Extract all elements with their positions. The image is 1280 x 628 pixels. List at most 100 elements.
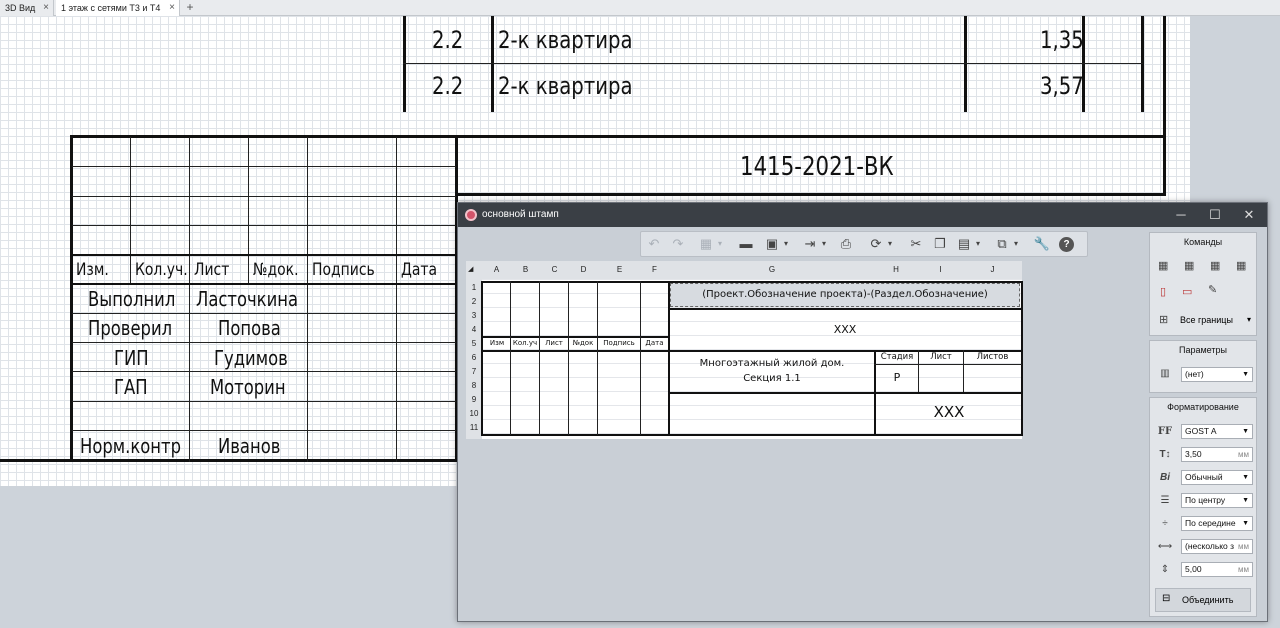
borders-dropdown[interactable]: Все границы (1180, 315, 1233, 325)
header-podpis: Подпись (312, 260, 375, 280)
row-header[interactable]: 5 (466, 339, 482, 349)
tab-3d-view[interactable]: 3D Вид × (0, 0, 54, 16)
refresh-icon[interactable]: ⟳ (867, 236, 885, 252)
unit-label: мм (1238, 565, 1249, 574)
row-header[interactable]: 10 (466, 409, 482, 419)
chevron-down-icon[interactable]: ▾ (1247, 315, 1251, 324)
cell-xxx[interactable]: XXX (876, 403, 1022, 421)
formatting-panel: Форматирование FF GOST A ▼ T↕ 3,50 мм Bi О… (1149, 397, 1257, 617)
wrench-icon[interactable]: 🔧 (1033, 236, 1051, 252)
column-header[interactable]: A (482, 265, 511, 275)
building-name[interactable]: Многоэтажный жилой дом. (670, 358, 874, 369)
column-header[interactable]: H (874, 265, 918, 275)
save-icon[interactable]: ▣ (763, 236, 781, 252)
insert-row-above-icon[interactable]: ▦ (1158, 259, 1168, 272)
row-header[interactable]: 6 (466, 353, 482, 363)
section-name[interactable]: Секция 1.1 (670, 373, 874, 384)
row-header[interactable]: 7 (466, 367, 482, 377)
spacing-input[interactable]: (несколько з мм (1181, 539, 1253, 554)
font-style-select[interactable]: Обычный ▼ (1181, 470, 1253, 485)
sheet-header: Лист (930, 352, 952, 362)
row-header[interactable]: 9 (466, 395, 482, 405)
stage-header: Стадия (880, 352, 914, 362)
schedule-border (964, 16, 967, 112)
role-label: ГАП (114, 375, 148, 399)
box-icon[interactable]: ▦ (697, 236, 715, 252)
copy-icon[interactable]: ❐ (931, 236, 949, 252)
stamp-border (874, 392, 1022, 394)
row-header[interactable]: 1 (466, 283, 482, 293)
delete-column-icon[interactable]: ▭ (1182, 285, 1192, 298)
font-family-icon: FF (1157, 426, 1173, 437)
stamp-line (640, 281, 641, 435)
close-icon[interactable]: ✕ (1232, 203, 1266, 227)
close-icon[interactable]: × (43, 0, 49, 16)
parameter-select[interactable]: (нет) ▼ (1181, 367, 1253, 382)
eraser-icon[interactable]: ✎ (1208, 283, 1217, 296)
grid-line (72, 371, 456, 372)
merge-label: Объединить (1182, 595, 1234, 605)
help-icon[interactable]: ? (1059, 237, 1074, 252)
maximize-icon[interactable]: ☐ (1198, 203, 1232, 227)
folder-icon[interactable]: ▬ (737, 236, 755, 252)
stamp-toolbar: ↶ ↷ ▦ ▾ ▬ ▣ ▾ ⇥ ▾ ⎙ ⟳ ▾ ✂ ❐ ▤ ▾ ⧉ ▾ 🔧 ? (640, 231, 1088, 257)
schedule-border (491, 16, 494, 112)
cell-xxx[interactable]: XXX (670, 323, 1020, 336)
stamp-border (481, 434, 1022, 436)
row-header[interactable]: 4 (466, 325, 482, 335)
font-select[interactable]: GOST A ▼ (1181, 424, 1253, 439)
row-header[interactable]: 2 (466, 297, 482, 307)
column-header[interactable]: C (540, 265, 569, 275)
designation-formula[interactable]: (Проект.Обозначение проекта)-(Раздел.Обо… (670, 289, 1020, 300)
column-header[interactable]: I (918, 265, 963, 275)
row-header[interactable]: 11 (466, 423, 482, 433)
column-header[interactable]: F (641, 265, 668, 275)
indent-value: 5,00 (1185, 564, 1202, 574)
chevron-down-icon[interactable]: ▾ (976, 236, 980, 252)
chevron-down-icon[interactable]: ▾ (784, 236, 788, 252)
grid-line (396, 137, 397, 462)
column-header[interactable]: D (569, 265, 598, 275)
delete-row-icon[interactable]: ▯ (1160, 285, 1166, 298)
column-header[interactable]: B (511, 265, 540, 275)
cut-icon[interactable]: ✂ (907, 236, 925, 252)
stage-value[interactable]: Р (876, 371, 918, 384)
layers-icon[interactable]: ⧉ (993, 236, 1011, 252)
close-icon[interactable]: × (169, 0, 175, 16)
chevron-down-icon[interactable]: ▾ (1014, 236, 1018, 252)
column-header[interactable]: G (670, 265, 874, 275)
chevron-down-icon[interactable]: ▾ (888, 236, 892, 252)
column-header[interactable]: J (963, 265, 1022, 275)
horizontal-align-select[interactable]: По центру ▼ (1181, 493, 1253, 508)
insert-column-right-icon[interactable]: ▦ (1236, 259, 1246, 272)
paste-icon[interactable]: ▤ (955, 236, 973, 252)
vertical-align-select[interactable]: По середине ▼ (1181, 516, 1253, 531)
insert-column-left-icon[interactable]: ▦ (1210, 259, 1220, 272)
row-header[interactable]: 8 (466, 381, 482, 391)
print-icon[interactable]: ⎙ (837, 236, 855, 252)
column-header[interactable]: E (598, 265, 641, 275)
chevron-down-icon[interactable]: ▾ (822, 236, 826, 252)
header-data: Дата (401, 260, 438, 280)
undo-icon[interactable]: ↶ (645, 236, 663, 252)
dialog-title-bar[interactable]: основной штамп ─ ☐ ✕ (458, 203, 1267, 227)
row-header[interactable]: 3 (466, 311, 482, 321)
merge-button[interactable]: ⊟ Объединить (1155, 588, 1251, 612)
sheets-header: Листов (976, 352, 1009, 362)
minimize-icon[interactable]: ─ (1164, 203, 1198, 227)
indent-input[interactable]: 5,00 мм (1181, 562, 1253, 577)
tab-floor-plan[interactable]: 1 этаж с сетями Т3 и Т4 × (56, 0, 180, 16)
sheet-bottom-border (0, 459, 458, 462)
add-tab-button[interactable]: + (182, 0, 198, 16)
redo-icon[interactable]: ↷ (669, 236, 687, 252)
select-all-icon[interactable]: ◢ (468, 265, 473, 275)
stamp-spreadsheet[interactable]: ◢ ABCDEFGHIJ 1 2 3 4 5 6 7 8 9 10 11 (Проект.Обозн… (466, 261, 1026, 449)
chevron-down-icon[interactable]: ▾ (718, 236, 722, 252)
role-label: ГИП (114, 346, 149, 370)
export-icon[interactable]: ⇥ (801, 236, 819, 252)
font-size-input[interactable]: 3,50 мм (1181, 447, 1253, 462)
person-name: Ласточкина (196, 287, 299, 311)
font-size-value: 3,50 (1185, 449, 1202, 459)
font-value: GOST A (1185, 426, 1217, 436)
insert-row-below-icon[interactable]: ▦ (1184, 259, 1194, 272)
